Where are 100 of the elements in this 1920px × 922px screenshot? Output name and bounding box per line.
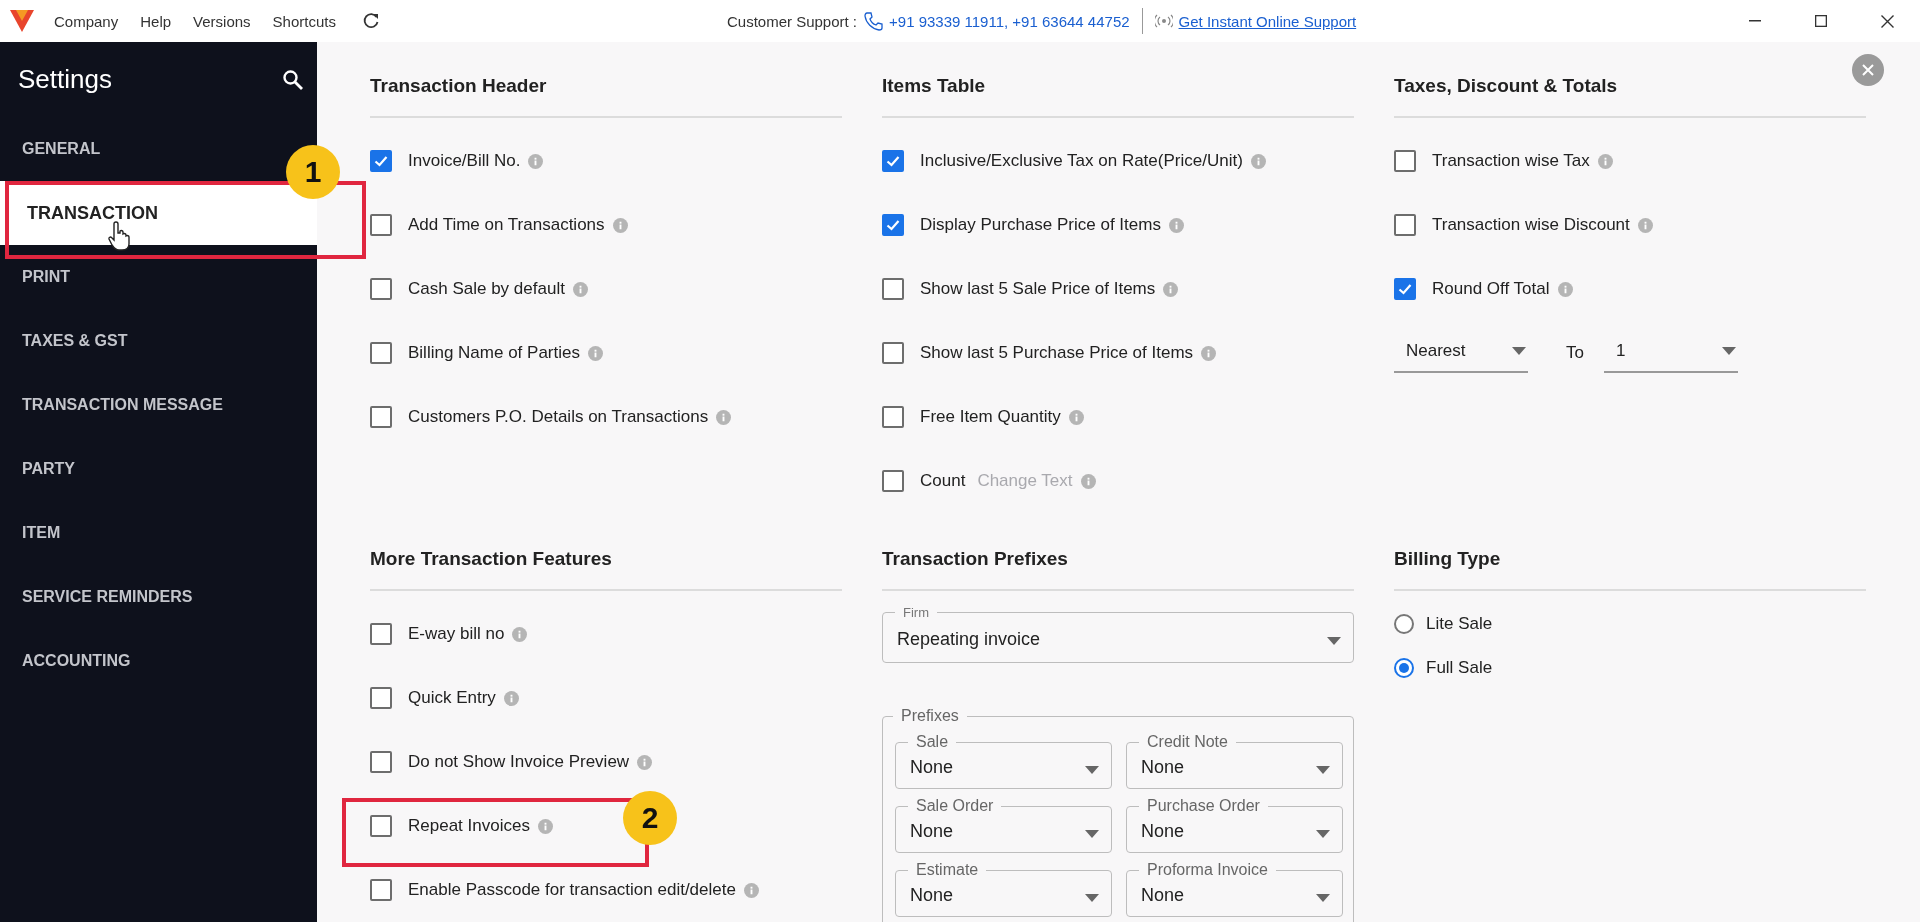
menu-item[interactable]: Versions — [193, 12, 251, 30]
sidebar-item[interactable]: PARTY — [0, 437, 80, 501]
logo-icon — [10, 10, 34, 32]
maximize-icon — [1815, 15, 1827, 27]
radio-label: Lite Sale — [1426, 614, 1493, 634]
search-icon[interactable] — [281, 67, 305, 92]
checkbox[interactable] — [370, 342, 392, 364]
round-to-dropdown[interactable]: 1 — [1603, 333, 1738, 373]
checkbox[interactable] — [1394, 214, 1416, 236]
checkbox[interactable] — [370, 150, 392, 172]
phone-icon — [863, 11, 884, 31]
field-value: None — [1141, 821, 1185, 842]
field-label: Estimate — [915, 861, 980, 879]
menu-item[interactable]: Company — [54, 12, 119, 30]
sidebar-item[interactable]: ACCOUNTING — [0, 629, 135, 693]
checkbox[interactable] — [370, 687, 392, 709]
checkbox[interactable] — [370, 623, 392, 645]
prefix-dropdown[interactable]: Credit Note None — [1126, 733, 1343, 789]
sidebar-item[interactable]: TRANSACTION — [0, 181, 317, 245]
checkbox[interactable] — [370, 751, 392, 773]
checkbox[interactable] — [370, 406, 392, 428]
check-icon — [373, 153, 389, 169]
sidebar-item[interactable]: ITEM — [0, 501, 65, 565]
field-value: None — [910, 821, 954, 842]
field-value: None — [1141, 885, 1185, 906]
field-value: None — [910, 757, 954, 778]
checkbox-label: Do not Show Invoice Preview — [408, 752, 630, 772]
checkbox[interactable] — [882, 278, 904, 300]
prefix-dropdown[interactable]: Proforma Invoice None — [1126, 861, 1343, 917]
minimize-icon — [1749, 20, 1761, 22]
firm-dropdown[interactable]: Firm Repeating invoice — [882, 605, 1354, 663]
section-heading: Transaction Header — [370, 74, 548, 98]
caret-icon — [1316, 765, 1330, 774]
close-icon — [1861, 63, 1875, 77]
sidebar-item[interactable]: TRANSACTION MESSAGE — [0, 373, 227, 437]
checkbox-label: Inclusive/Exclusive Tax on Rate(Price/Unit) — [920, 151, 1243, 171]
step-badge: 1 — [286, 145, 340, 199]
radio-label: Full Sale — [1426, 658, 1493, 678]
broadcast-icon — [1154, 14, 1173, 28]
radio-button[interactable] — [1394, 658, 1414, 678]
checkbox[interactable] — [370, 214, 392, 236]
close-icon — [1880, 14, 1894, 28]
checkbox-label: Free Item Quantity — [920, 407, 1061, 427]
check-icon — [1397, 281, 1413, 297]
caret-icon — [1316, 893, 1330, 902]
sidebar-item[interactable]: TAXES & GST — [0, 309, 132, 373]
field-label: Sale Order — [915, 797, 995, 815]
sidebar-item[interactable]: GENERAL — [0, 117, 105, 181]
checkbox[interactable] — [882, 406, 904, 428]
checkbox-label: Show last 5 Sale Price of Items — [920, 279, 1156, 299]
checkbox[interactable] — [1394, 150, 1416, 172]
section-heading: Transaction Prefixes — [882, 547, 1069, 571]
field-value: None — [1141, 757, 1185, 778]
phone-numbers: +91 93339 11911, +91 63644 44752 — [889, 12, 1130, 30]
check-icon — [885, 217, 901, 233]
section-heading: More Transaction Features — [370, 547, 613, 571]
checkbox[interactable] — [882, 342, 904, 364]
prefix-dropdown[interactable]: Purchase Order None — [1126, 797, 1343, 853]
rounding-dropdown[interactable]: Nearest — [1394, 333, 1528, 373]
field-label: Firm — [902, 605, 930, 620]
checkbox[interactable] — [370, 815, 392, 837]
checkbox-label: Billing Name of Parties — [408, 343, 580, 363]
caret-icon — [1512, 347, 1526, 355]
checkbox[interactable] — [882, 214, 904, 236]
checkbox-label: Transaction wise Tax — [1432, 151, 1590, 171]
prefix-dropdown[interactable]: Sale None — [895, 733, 1112, 789]
refresh-icon[interactable] — [362, 12, 380, 30]
to-label: To — [1566, 343, 1584, 363]
radio-button[interactable] — [1394, 614, 1414, 634]
menu-item[interactable]: Shortcuts — [272, 12, 336, 30]
checkbox-label: Enable Passcode for transaction edit/delete — [408, 880, 736, 900]
support-label: Customer Support : — [727, 12, 858, 30]
caret-icon — [1085, 829, 1099, 838]
checkbox-label: Show last 5 Purchase Price of Items — [920, 343, 1194, 363]
menu-item[interactable]: Help — [140, 12, 172, 30]
checkbox-label: Cash Sale by default — [408, 279, 565, 299]
checkbox-label: E-way bill no — [408, 624, 505, 644]
close-settings-button[interactable] — [1852, 54, 1884, 86]
checkbox-label: Display Purchase Price of Items — [920, 215, 1161, 235]
prefix-dropdown[interactable]: Sale Order None — [895, 797, 1112, 853]
section-heading: Taxes, Discount & Totals — [1394, 74, 1619, 98]
checkbox[interactable] — [1394, 278, 1416, 300]
caret-icon — [1721, 347, 1736, 355]
field-label: Proforma Invoice — [1146, 861, 1269, 879]
checkbox[interactable] — [882, 470, 904, 492]
section-heading: Items Table — [882, 74, 987, 98]
checkbox[interactable] — [882, 150, 904, 172]
checkbox[interactable] — [370, 879, 392, 901]
caret-icon — [1085, 765, 1099, 774]
prefix-dropdown[interactable]: Estimate None — [895, 861, 1112, 917]
section-heading: Billing Type — [1394, 547, 1502, 571]
caret-icon — [1085, 893, 1099, 902]
checkbox-label: Transaction wise Discount — [1432, 215, 1630, 235]
sidebar-item[interactable]: SERVICE REMINDERS — [0, 565, 197, 629]
checkbox[interactable] — [370, 278, 392, 300]
checkbox-label: Add Time on Transactions — [408, 215, 605, 235]
sidebar-item[interactable]: PRINT — [0, 245, 74, 309]
field-value: None — [910, 885, 954, 906]
checkbox-label: Repeat Invoices — [408, 816, 530, 836]
support-link[interactable]: Get Instant Online Support — [1178, 12, 1357, 30]
